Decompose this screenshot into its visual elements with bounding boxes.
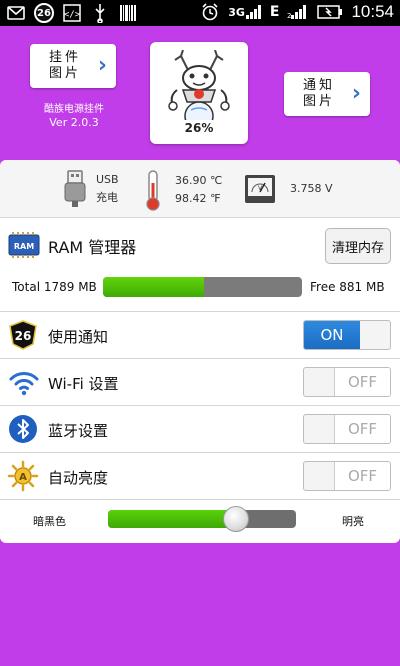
network-type: 3G bbox=[228, 6, 245, 19]
svg-text:2: 2 bbox=[287, 12, 291, 19]
bluetooth-toggle[interactable]: OFF bbox=[303, 414, 391, 444]
battery-level-badge: 26 bbox=[34, 3, 54, 23]
brightness-slider-thumb[interactable] bbox=[222, 506, 249, 532]
brightness-slider[interactable] bbox=[108, 510, 296, 528]
usb-icon bbox=[90, 3, 110, 23]
chevron-right-icon: › bbox=[97, 53, 110, 78]
temperature-status: 36.90 ℃ 98.42 ℉ bbox=[143, 169, 222, 211]
usb-label: USB bbox=[96, 173, 119, 186]
version-label: Ver 2.0.3 bbox=[49, 116, 99, 129]
barcode-icon bbox=[118, 3, 138, 23]
notification-26-icon: 26 bbox=[8, 320, 38, 350]
notification-image-label-line2: 图片 bbox=[302, 94, 335, 109]
toggle-row-wifi: Wi-Fi 设置 OFF bbox=[0, 359, 400, 406]
toggle-state: ON bbox=[304, 321, 360, 349]
ram-usage-bar bbox=[103, 277, 302, 297]
widget-name: 酷族电源挂件 bbox=[44, 104, 104, 115]
battery-widget[interactable]: 26% bbox=[150, 42, 248, 144]
sms-icon bbox=[6, 3, 26, 23]
toggle-label: 使用通知 bbox=[48, 328, 109, 346]
widget-image-label-line2: 图片 bbox=[48, 66, 81, 81]
usb-status: USB 充电 bbox=[62, 169, 119, 209]
svg-text:A: A bbox=[19, 472, 27, 483]
brightness-bright-label: 明亮 bbox=[342, 515, 364, 528]
toggle-label: 蓝牙设置 bbox=[48, 422, 109, 440]
mobile-signal-icon: 3G bbox=[228, 5, 262, 19]
battery-icon bbox=[317, 2, 343, 22]
voltmeter-icon: V bbox=[245, 175, 275, 203]
thermometer-icon bbox=[146, 170, 160, 211]
notification-toggle[interactable]: ON bbox=[303, 320, 391, 350]
toggle-state: OFF bbox=[334, 462, 390, 490]
svg-text:</>: </> bbox=[64, 10, 81, 20]
voltage-value: 3.758 V bbox=[290, 182, 333, 195]
charging-label: 充电 bbox=[96, 191, 118, 204]
notification-image-button[interactable]: 通知 图片 › bbox=[284, 72, 370, 116]
signal-icon: 2 bbox=[287, 2, 309, 22]
auto-brightness-toggle[interactable]: OFF bbox=[303, 461, 391, 491]
code-icon: </> bbox=[62, 3, 82, 23]
clean-memory-button[interactable]: 清理内存 bbox=[325, 228, 391, 264]
bluetooth-icon bbox=[8, 414, 38, 444]
alarm-icon bbox=[200, 2, 220, 22]
notification-badge-text: 26 bbox=[15, 329, 32, 343]
notification-image-label-line1: 通知 bbox=[302, 78, 335, 93]
ram-manager-title: RAM 管理器 bbox=[48, 238, 137, 257]
usb-plug-icon bbox=[64, 170, 86, 207]
temperature-celsius: 36.90 ℃ bbox=[175, 174, 223, 187]
ram-icon-text: RAM bbox=[14, 242, 34, 251]
ram-total: Total 1789 MB bbox=[12, 280, 97, 294]
wifi-toggle[interactable]: OFF bbox=[303, 367, 391, 397]
clock: 10:54 bbox=[351, 2, 394, 21]
edge-indicator: E bbox=[269, 4, 280, 20]
toggle-state: OFF bbox=[334, 415, 390, 443]
battery-character-icon bbox=[168, 50, 230, 120]
battery-info-row: USB 充电 36.90 ℃ 98.42 ℉ V 3.758 V bbox=[0, 160, 400, 218]
widget-image-label-line1: 挂件 bbox=[48, 50, 81, 65]
brightness-icon: A bbox=[7, 460, 39, 492]
ram-chip-icon: RAM bbox=[8, 232, 40, 258]
ram-usage-fill bbox=[103, 277, 205, 297]
status-bar: 26 </> 3G E 2 10:54 bbox=[0, 0, 400, 26]
brightness-dark-label: 暗黑色 bbox=[33, 515, 66, 528]
brightness-fill bbox=[108, 510, 236, 528]
widget-image-button[interactable]: 挂件 图片 › bbox=[30, 44, 116, 88]
main-panel: USB 充电 36.90 ℃ 98.42 ℉ V 3.758 V RAM RAM… bbox=[0, 160, 400, 543]
temperature-fahrenheit: 98.42 ℉ bbox=[175, 192, 221, 205]
toggle-row-auto-brightness: A 自动亮度 OFF bbox=[0, 453, 400, 500]
toggle-label: Wi-Fi 设置 bbox=[48, 375, 119, 393]
battery-percentage: 26% bbox=[184, 121, 214, 135]
toggle-label: 自动亮度 bbox=[48, 469, 109, 487]
chevron-right-icon: › bbox=[351, 81, 364, 106]
voltage-status: V 3.758 V bbox=[244, 174, 333, 204]
toggle-state: OFF bbox=[334, 368, 390, 396]
ram-free: Free 881 MB bbox=[310, 280, 385, 294]
toggle-row-notification: 26 使用通知 ON bbox=[0, 312, 400, 359]
toggle-row-bluetooth: 蓝牙设置 OFF bbox=[0, 406, 400, 453]
wifi-icon bbox=[8, 368, 40, 396]
